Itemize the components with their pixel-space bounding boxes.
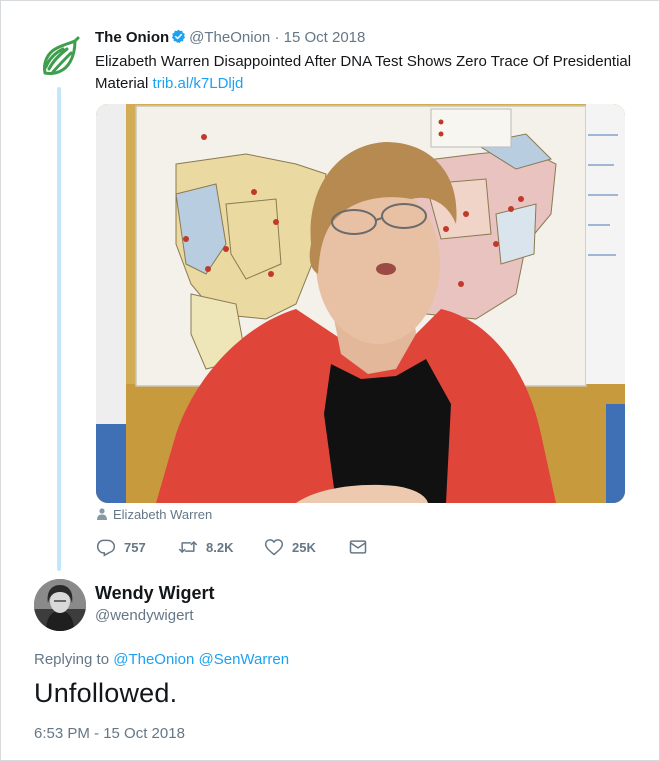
- replying-to: Replying to @TheOnion @SenWarren: [34, 651, 289, 668]
- like-button[interactable]: 25K: [264, 537, 316, 557]
- person-icon: [97, 508, 107, 520]
- retweet-count: 8.2K: [206, 539, 234, 555]
- envelope-icon: [349, 540, 367, 554]
- retweet-button[interactable]: 8.2K: [178, 537, 233, 557]
- mention-theonion[interactable]: @TheOnion: [113, 651, 194, 668]
- tweet-actions: 757 8.2K 25K: [96, 537, 426, 557]
- reply-author-name[interactable]: Wendy Wigert: [95, 583, 215, 604]
- tweet-header: The Onion @TheOnion · 15 Oct 2018: [95, 29, 365, 46]
- reply-author-handle[interactable]: @wendywigert: [95, 607, 194, 624]
- verified-badge-icon: [172, 29, 186, 43]
- author-handle[interactable]: @TheOnion: [189, 29, 270, 46]
- thread-connector-line: [57, 87, 61, 571]
- like-count: 25K: [292, 539, 316, 555]
- mention-senwarren[interactable]: @SenWarren: [199, 651, 290, 668]
- media-credit: Elizabeth Warren: [97, 507, 212, 522]
- reply-text: Unfollowed.: [34, 678, 178, 708]
- author-name[interactable]: The Onion: [95, 29, 169, 46]
- media-credit-label[interactable]: Elizabeth Warren: [113, 507, 212, 522]
- reply-button[interactable]: 757: [96, 537, 146, 557]
- tweet-text: Elizabeth Warren Disappointed After DNA …: [95, 51, 635, 95]
- tweet-date[interactable]: 15 Oct 2018: [284, 29, 366, 46]
- replying-to-label: Replying to: [34, 651, 114, 668]
- reply-icon: [96, 539, 116, 557]
- tweet-link[interactable]: trib.al/k7LDljd: [153, 75, 244, 92]
- tweet-image[interactable]: [96, 104, 625, 503]
- retweet-icon: [178, 541, 198, 553]
- reply-timestamp[interactable]: 6:53 PM - 15 Oct 2018: [34, 725, 185, 742]
- onion-logo-icon[interactable]: [37, 35, 81, 79]
- heart-icon: [264, 539, 284, 556]
- direct-message-button[interactable]: [348, 537, 376, 557]
- reply-count: 757: [124, 539, 146, 555]
- avatar[interactable]: [34, 579, 86, 631]
- tweet-card: The Onion @TheOnion · 15 Oct 2018 Elizabe…: [0, 0, 660, 761]
- separator-dot: ·: [274, 29, 280, 46]
